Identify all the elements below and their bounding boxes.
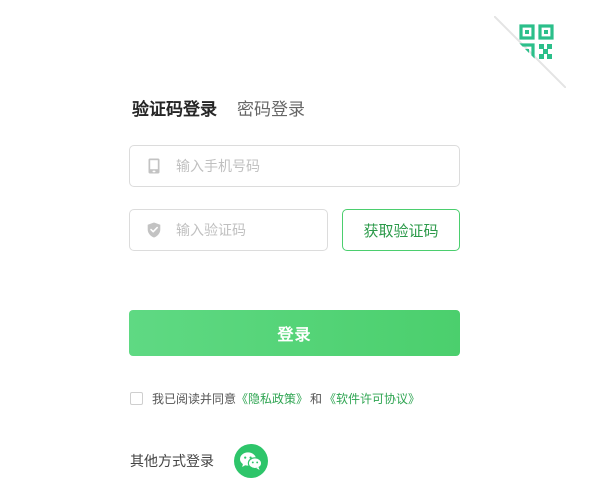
code-placeholder: 输入验证码 xyxy=(176,223,246,239)
get-verification-code-button[interactable]: 获取验证码 xyxy=(342,209,460,251)
phone-placeholder: 输入手机号码 xyxy=(176,159,260,175)
tab-label: 验证码登录 xyxy=(132,100,217,120)
tab-password-login[interactable]: 密码登录 xyxy=(237,97,305,123)
login-tabs: 验证码登录 密码登录 xyxy=(132,93,325,123)
qr-login-corner[interactable] xyxy=(494,16,566,88)
login-button[interactable]: 登录 xyxy=(129,310,460,356)
phone-icon xyxy=(146,158,162,174)
agreement-prefix: 我已阅读并同意 xyxy=(152,391,237,406)
software-license-link[interactable]: 《软件许可协议》 xyxy=(324,390,420,407)
other-login-methods: 其他方式登录 xyxy=(130,444,268,478)
tab-label: 密码登录 xyxy=(237,100,305,120)
get-code-label: 获取验证码 xyxy=(363,221,439,240)
agreement-and: 和 xyxy=(310,391,323,406)
login-button-label: 登录 xyxy=(277,325,312,344)
agreement-row: 我已阅读并同意 《隐私政策》 和 《软件许可协议》 xyxy=(130,389,420,407)
tab-sms-login[interactable]: 验证码登录 xyxy=(132,97,217,123)
login-page: 验证码登录 密码登录 输入手机号码 输入验证码 获取验证码 登录 我已阅读并同意… xyxy=(0,0,600,481)
wechat-icon xyxy=(240,452,263,470)
shield-icon xyxy=(146,222,162,238)
verification-code-field[interactable]: 输入验证码 xyxy=(129,209,328,251)
wechat-login-button[interactable] xyxy=(234,444,268,478)
qr-code-icon xyxy=(494,16,566,88)
privacy-policy-link[interactable]: 《隐私政策》 xyxy=(236,390,308,407)
phone-field[interactable]: 输入手机号码 xyxy=(129,145,460,187)
other-login-label: 其他方式登录 xyxy=(130,454,214,470)
agreement-checkbox[interactable] xyxy=(130,391,143,405)
